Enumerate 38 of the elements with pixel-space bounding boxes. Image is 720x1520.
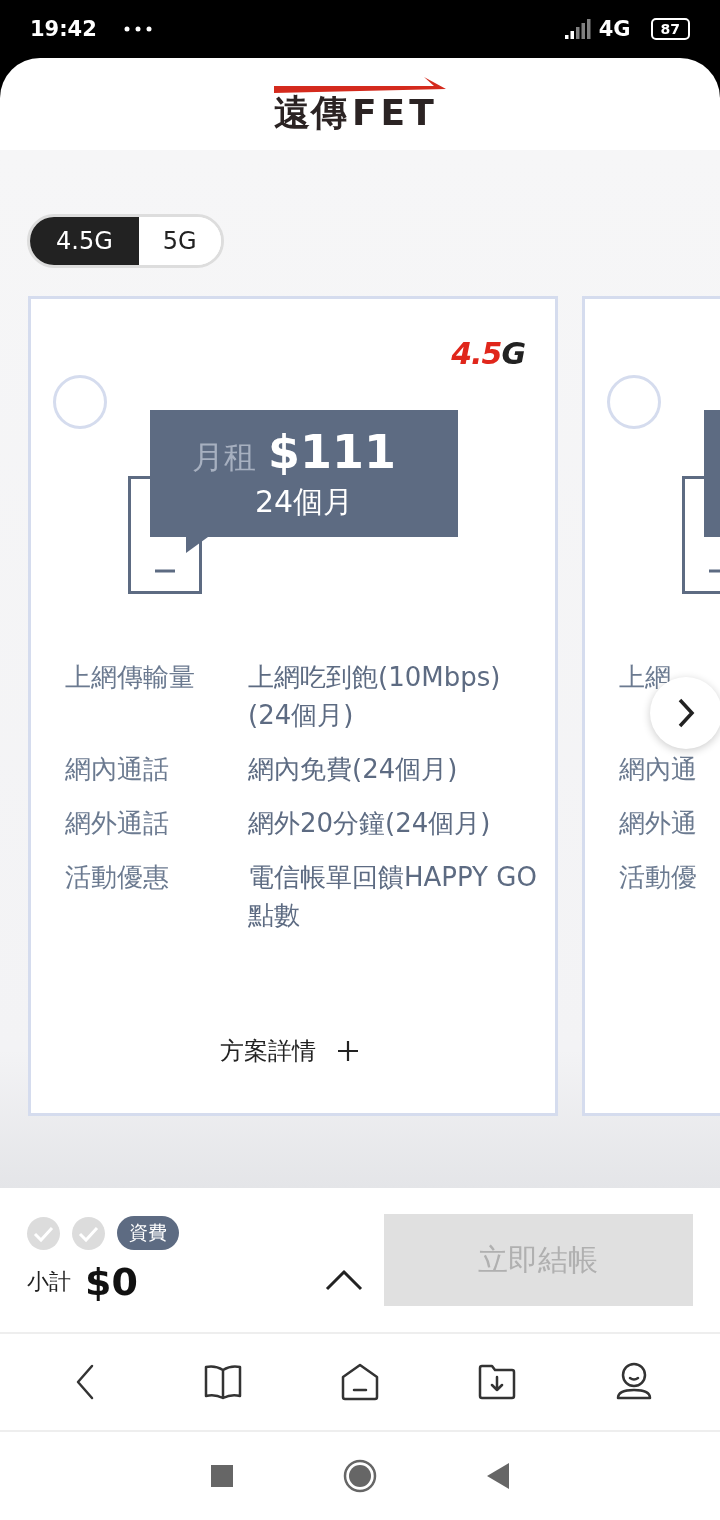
download-folder-icon[interactable] <box>476 1362 517 1402</box>
more-icon <box>122 25 153 33</box>
spec-label: 網外通 <box>619 807 697 840</box>
spec-label: 活動優惠 <box>65 861 169 894</box>
back-icon[interactable] <box>487 1463 509 1489</box>
signal-icon <box>564 19 591 39</box>
plan-details-link[interactable]: 方案詳情 <box>220 1035 358 1067</box>
arrow-icon <box>274 77 446 95</box>
step-chip: 資費 <box>117 1216 179 1250</box>
clock: 19:42 <box>30 17 97 41</box>
spec-label: 網內通 <box>619 753 697 786</box>
spec-value: 上網吃到飽(10Mbps)(24個月) <box>248 661 502 732</box>
price-amount: $111 <box>268 424 396 479</box>
home-icon[interactable] <box>340 1362 380 1402</box>
spec-value: 網外20分鐘(24個月) <box>248 807 492 840</box>
contract-term: 24個月 <box>254 482 354 521</box>
generation-label: 4.5G <box>451 339 525 371</box>
subtotal-amount: $0 <box>85 1260 138 1304</box>
chevron-up-icon[interactable] <box>325 1269 364 1291</box>
chevron-right-icon <box>677 697 695 729</box>
spec-label: 活動優 <box>619 861 697 894</box>
home-icon[interactable] <box>343 1459 377 1493</box>
spec-label: 上網傳輸量 <box>65 661 195 694</box>
plus-icon <box>338 1041 358 1061</box>
subtotal-label: 小計 <box>27 1268 71 1296</box>
price-label: 月租 <box>192 436 256 478</box>
logo-text: 遠傳 <box>274 95 348 131</box>
spec-value: 電信帳單回饋HAPPY GO 點數 <box>248 861 538 932</box>
network-label: 4G <box>598 17 631 41</box>
spec-value: 網內免費(24個月) <box>248 753 459 786</box>
book-icon[interactable] <box>203 1362 244 1402</box>
spec-label: 網外通話 <box>65 807 169 840</box>
radio-button[interactable] <box>53 375 107 429</box>
radio-button[interactable] <box>607 375 661 429</box>
spec-label: 網內通話 <box>65 753 169 786</box>
battery-indicator: 87 <box>650 18 690 40</box>
logo-text: FET <box>352 95 438 131</box>
network-tab[interactable]: 4.5G <box>30 217 139 265</box>
